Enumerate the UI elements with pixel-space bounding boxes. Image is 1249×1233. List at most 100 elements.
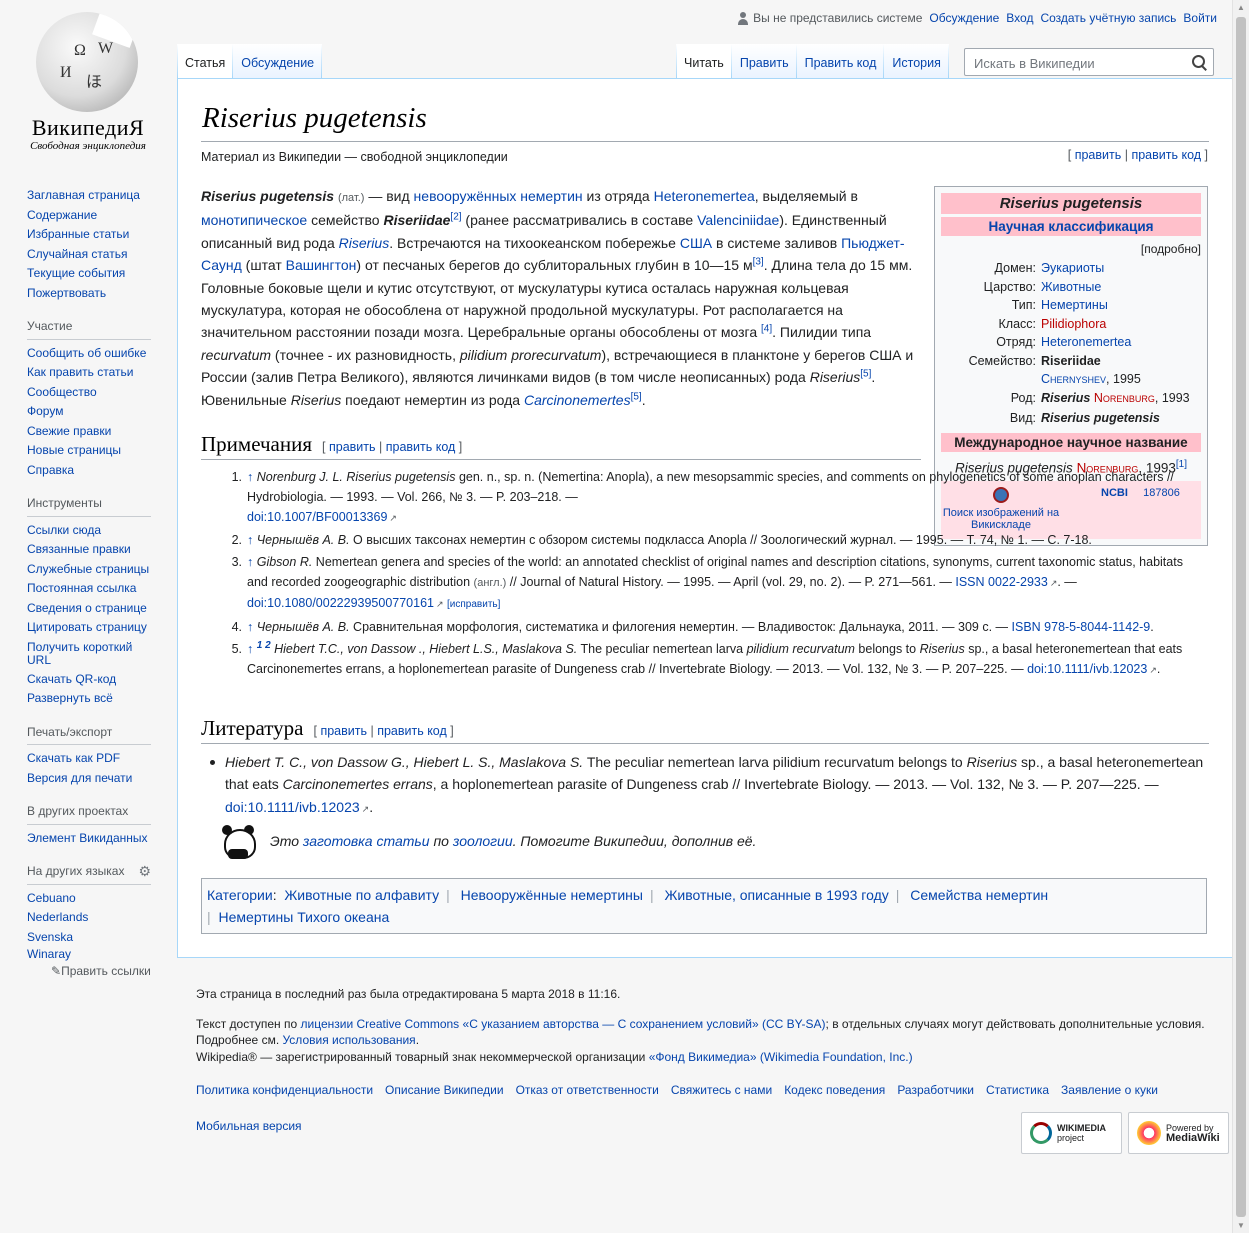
link-valenciniidae[interactable]: Valenciniidae xyxy=(697,212,779,228)
isbn-link[interactable]: ISBN 978-5-8044-1142-9 xyxy=(1012,620,1151,634)
tab-article[interactable]: Статья xyxy=(177,44,233,78)
sidebar-item-community[interactable]: Сообщество xyxy=(27,383,157,403)
category-link[interactable]: Немертины Тихого океана xyxy=(219,909,390,925)
sidebar-item-special-pages[interactable]: Служебные страницы xyxy=(27,560,157,580)
edit-link[interactable]: править xyxy=(1075,148,1122,162)
footer-link-developers[interactable]: Разработчики xyxy=(897,1082,974,1099)
sidebar-item-what-links-here[interactable]: Ссылки сюда xyxy=(27,521,157,541)
link-usa[interactable]: США xyxy=(680,235,712,251)
sidebar-item-lang-nl[interactable]: Nederlands xyxy=(27,908,157,928)
footer-link-statistics[interactable]: Статистика xyxy=(986,1082,1049,1099)
mediawiki-badge[interactable]: Powered by MediaWiki xyxy=(1128,1112,1229,1154)
sidebar-item-lang-sv[interactable]: Svenska xyxy=(27,928,157,948)
sidebar-item-short-url[interactable]: Получить короткий URL xyxy=(27,638,157,670)
edit-source-link[interactable]: править код xyxy=(1131,148,1201,162)
category-link[interactable]: Животные, описанные в 1993 году xyxy=(664,887,888,903)
sidebar-item-page-info[interactable]: Сведения о странице xyxy=(27,599,157,619)
contributions-link[interactable]: Вход xyxy=(1006,11,1033,25)
vertical-scrollbar[interactable]: ▲ ▼ xyxy=(1232,0,1249,1233)
backlink-arrow[interactable]: ↑ xyxy=(247,555,253,569)
section-edit-link[interactable]: править xyxy=(320,724,367,738)
sidebar-item-donate[interactable]: Пожертвовать xyxy=(27,284,157,304)
section-edit-source-link[interactable]: править код xyxy=(377,724,447,738)
wmf-link[interactable]: «Фонд Викимедиа» (Wikimedia Foundation, … xyxy=(649,1050,913,1064)
ref-4[interactable]: [4] xyxy=(761,324,772,335)
sidebar-item-lang-ceb[interactable]: Cebuano xyxy=(27,889,157,909)
backlink-arrow[interactable]: ↑ xyxy=(247,642,253,656)
taxon-link[interactable]: Немертины xyxy=(1041,296,1201,315)
author-link[interactable]: Chernyshev xyxy=(1041,372,1106,386)
sidebar-item-printable[interactable]: Версия для печати xyxy=(27,769,157,789)
issn-link[interactable]: ISSN 0022-2933 xyxy=(955,575,1057,589)
ref-5b[interactable]: [5] xyxy=(631,391,642,402)
sidebar-item-contents[interactable]: Содержание xyxy=(27,206,157,226)
footer-link-privacy[interactable]: Политика конфиденциальности xyxy=(196,1082,373,1099)
footer-link-disclaimers[interactable]: Отказ от ответственности xyxy=(516,1082,659,1099)
doi-link[interactable]: doi:10.1007/BF00013369 xyxy=(247,510,397,524)
scroll-up-icon[interactable]: ▲ xyxy=(1237,3,1245,12)
stub-link[interactable]: заготовка статьи xyxy=(303,833,430,849)
wikimedia-badge[interactable]: WIKIMEDIA project xyxy=(1021,1112,1122,1154)
sidebar-item-wikidata[interactable]: Элемент Викиданных xyxy=(27,829,157,849)
scrollbar-thumb[interactable] xyxy=(1236,17,1246,1217)
terms-link[interactable]: Условия использования xyxy=(282,1033,415,1047)
author-link[interactable]: Norenburg xyxy=(1094,391,1155,405)
sidebar-item-qr-code[interactable]: Скачать QR-код xyxy=(27,670,157,690)
tab-edit-source[interactable]: Править код xyxy=(797,44,885,78)
login-link[interactable]: Войти xyxy=(1183,11,1217,25)
taxon-link[interactable]: Heteronemertea xyxy=(1041,333,1201,352)
backlink-arrow[interactable]: ↑ xyxy=(247,620,253,634)
ref-2[interactable]: [2] xyxy=(450,212,461,223)
sidebar-item-featured[interactable]: Избранные статьи xyxy=(27,225,157,245)
tab-read[interactable]: Читать xyxy=(676,44,732,78)
doi-link[interactable]: doi:10.1111/ivb.12023 xyxy=(225,799,369,815)
sidebar-item-main-page[interactable]: Заглавная страница xyxy=(27,186,157,206)
sidebar-item-report-error[interactable]: Сообщить об ошибке xyxy=(27,344,157,364)
sidebar-item-random[interactable]: Случайная статья xyxy=(27,245,157,265)
scroll-down-icon[interactable]: ▼ xyxy=(1237,1221,1245,1230)
search-icon[interactable] xyxy=(1192,55,1206,69)
link-carcinonemertes[interactable]: Carcinonemertes xyxy=(524,392,631,408)
sidebar-item-cite[interactable]: Цитировать страницу xyxy=(27,618,157,638)
sidebar-item-expand-all[interactable]: Развернуть всё xyxy=(27,689,157,709)
sidebar-item-help-editing[interactable]: Как править статьи xyxy=(27,363,157,383)
footer-link-code-of-conduct[interactable]: Кодекс поведения xyxy=(784,1082,885,1099)
license-link[interactable]: лицензии Creative Commons «С указанием а… xyxy=(301,1017,826,1031)
tab-history[interactable]: История xyxy=(884,44,948,78)
sidebar-item-related-changes[interactable]: Связанные правки xyxy=(27,540,157,560)
taxobox-detail-link[interactable]: [подробно] xyxy=(941,242,1201,256)
tab-talk[interactable]: Обсуждение xyxy=(233,44,322,78)
edit-interlanguage-links[interactable]: ✎Править ссылки xyxy=(27,962,157,982)
link-monotypic[interactable]: монотипическое xyxy=(201,212,307,228)
taxon-link[interactable]: Животные xyxy=(1041,278,1201,297)
backlink-numbers[interactable]: 1 2 xyxy=(257,639,271,650)
tab-edit[interactable]: Править xyxy=(732,44,797,78)
sidebar-item-download-pdf[interactable]: Скачать как PDF xyxy=(27,749,157,769)
sidebar-item-recent-changes[interactable]: Свежие правки xyxy=(27,422,157,442)
create-account-link[interactable]: Создать учётную запись xyxy=(1040,11,1176,25)
sidebar-item-lang-war[interactable]: Winaray xyxy=(27,947,157,962)
backlink-arrow[interactable]: ↑ xyxy=(247,470,253,484)
doi-link[interactable]: doi:10.1080/00222939500770161 xyxy=(247,596,444,610)
footer-link-about[interactable]: Описание Википедии xyxy=(385,1082,504,1099)
section-edit-source-link[interactable]: править код xyxy=(386,440,456,454)
category-link[interactable]: Невооружённые немертины xyxy=(461,887,643,903)
link-washington[interactable]: Вашингтон xyxy=(286,257,357,273)
zoology-link[interactable]: зоологии xyxy=(453,833,513,849)
sidebar-item-permalink[interactable]: Постоянная ссылка xyxy=(27,579,157,599)
backlink-arrow[interactable]: ↑ xyxy=(247,533,253,547)
footer-link-cookies[interactable]: Заявление о куки xyxy=(1061,1082,1158,1099)
gear-icon[interactable]: ⚙ xyxy=(138,862,151,882)
mobile-view-link[interactable]: Мобильная версия xyxy=(196,1119,302,1133)
categories-label[interactable]: Категории xyxy=(207,887,273,903)
section-edit-link[interactable]: править xyxy=(329,440,376,454)
ref-5[interactable]: [5] xyxy=(860,369,871,380)
wikipedia-logo[interactable]: Ω W И ほ ВикипедиЯ Свободная энциклопедия xyxy=(18,12,158,162)
category-link[interactable]: Животные по алфавиту xyxy=(284,887,439,903)
footer-link-contact[interactable]: Свяжитесь с нами xyxy=(671,1082,772,1099)
link-riserius[interactable]: Riserius xyxy=(339,235,390,251)
sidebar-item-forum[interactable]: Форум xyxy=(27,402,157,422)
category-link[interactable]: Семейства немертин xyxy=(910,887,1048,903)
ref-3[interactable]: [3] xyxy=(753,257,764,268)
taxon-link[interactable]: Эукариоты xyxy=(1041,259,1201,278)
